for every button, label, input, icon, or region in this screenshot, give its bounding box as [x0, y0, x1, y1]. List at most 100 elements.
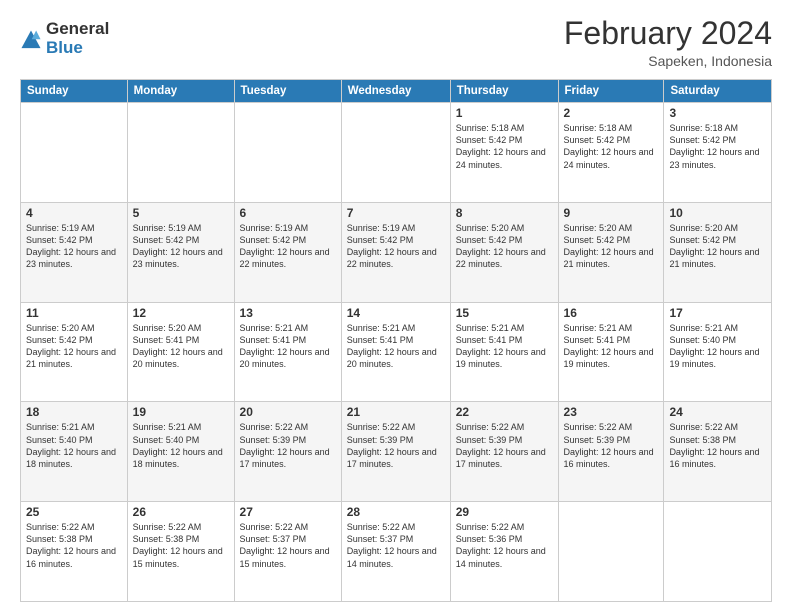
calendar-cell: 15 Sunrise: 5:21 AM Sunset: 5:41 PM Dayli…	[450, 302, 558, 402]
calendar-week-1: 1 Sunrise: 5:18 AM Sunset: 5:42 PM Daylig…	[21, 103, 772, 203]
calendar-cell: 23 Sunrise: 5:22 AM Sunset: 5:39 PM Dayli…	[558, 402, 664, 502]
day-info: Sunrise: 5:21 AM Sunset: 5:40 PM Dayligh…	[26, 421, 122, 470]
calendar-cell	[664, 502, 772, 602]
calendar-cell: 27 Sunrise: 5:22 AM Sunset: 5:37 PM Dayli…	[234, 502, 341, 602]
day-header-saturday: Saturday	[664, 80, 772, 103]
calendar-cell: 18 Sunrise: 5:21 AM Sunset: 5:40 PM Dayli…	[21, 402, 128, 502]
day-number: 8	[456, 206, 553, 220]
calendar-cell	[341, 103, 450, 203]
day-number: 15	[456, 306, 553, 320]
day-number: 10	[669, 206, 766, 220]
calendar-cell: 5 Sunrise: 5:19 AM Sunset: 5:42 PM Daylig…	[127, 202, 234, 302]
day-header-tuesday: Tuesday	[234, 80, 341, 103]
day-info: Sunrise: 5:22 AM Sunset: 5:37 PM Dayligh…	[240, 521, 336, 570]
logo-blue: Blue	[46, 39, 109, 58]
day-number: 24	[669, 405, 766, 419]
calendar-cell	[127, 103, 234, 203]
day-number: 26	[133, 505, 229, 519]
day-number: 2	[564, 106, 659, 120]
day-header-monday: Monday	[127, 80, 234, 103]
calendar-cell: 16 Sunrise: 5:21 AM Sunset: 5:41 PM Dayli…	[558, 302, 664, 402]
day-info: Sunrise: 5:21 AM Sunset: 5:41 PM Dayligh…	[564, 322, 659, 371]
day-number: 27	[240, 505, 336, 519]
calendar-cell: 4Sunrise: 5:19 AM Sunset: 5:42 PM Daylig…	[21, 202, 128, 302]
calendar-cell: 14Sunrise: 5:21 AM Sunset: 5:41 PM Dayli…	[341, 302, 450, 402]
day-number: 16	[564, 306, 659, 320]
day-number: 7	[347, 206, 445, 220]
day-number: 9	[564, 206, 659, 220]
day-info: Sunrise: 5:20 AM Sunset: 5:42 PM Dayligh…	[564, 222, 659, 271]
day-info: Sunrise: 5:19 AM Sunset: 5:42 PM Dayligh…	[26, 222, 122, 271]
day-header-friday: Friday	[558, 80, 664, 103]
day-header-wednesday: Wednesday	[341, 80, 450, 103]
day-info: Sunrise: 5:21 AM Sunset: 5:40 PM Dayligh…	[669, 322, 766, 371]
day-info: Sunrise: 5:22 AM Sunset: 5:38 PM Dayligh…	[669, 421, 766, 470]
calendar-cell: 8 Sunrise: 5:20 AM Sunset: 5:42 PM Daylig…	[450, 202, 558, 302]
day-number: 12	[133, 306, 229, 320]
calendar-cell	[558, 502, 664, 602]
month-title: February 2024	[564, 16, 772, 51]
calendar-table: SundayMondayTuesdayWednesdayThursdayFrid…	[20, 79, 772, 602]
day-info: Sunrise: 5:22 AM Sunset: 5:39 PM Dayligh…	[240, 421, 336, 470]
calendar-cell: 19Sunrise: 5:21 AM Sunset: 5:40 PM Dayli…	[127, 402, 234, 502]
calendar-cell: 7 Sunrise: 5:19 AM Sunset: 5:42 PM Daylig…	[341, 202, 450, 302]
calendar-cell: 29Sunrise: 5:22 AM Sunset: 5:36 PM Dayli…	[450, 502, 558, 602]
location-subtitle: Sapeken, Indonesia	[564, 53, 772, 69]
calendar-cell: 17Sunrise: 5:21 AM Sunset: 5:40 PM Dayli…	[664, 302, 772, 402]
day-info: Sunrise: 5:22 AM Sunset: 5:39 PM Dayligh…	[347, 421, 445, 470]
day-number: 11	[26, 306, 122, 320]
day-number: 13	[240, 306, 336, 320]
day-info: Sunrise: 5:19 AM Sunset: 5:42 PM Dayligh…	[133, 222, 229, 271]
day-info: Sunrise: 5:22 AM Sunset: 5:39 PM Dayligh…	[456, 421, 553, 470]
calendar-cell: 6 Sunrise: 5:19 AM Sunset: 5:42 PM Daylig…	[234, 202, 341, 302]
calendar-cell: 20 Sunrise: 5:22 AM Sunset: 5:39 PM Dayli…	[234, 402, 341, 502]
logo-general: General	[46, 20, 109, 39]
day-info: Sunrise: 5:22 AM Sunset: 5:38 PM Dayligh…	[26, 521, 122, 570]
day-number: 25	[26, 505, 122, 519]
day-info: Sunrise: 5:22 AM Sunset: 5:39 PM Dayligh…	[564, 421, 659, 470]
calendar-cell: 13 Sunrise: 5:21 AM Sunset: 5:41 PM Dayli…	[234, 302, 341, 402]
day-info: Sunrise: 5:20 AM Sunset: 5:41 PM Dayligh…	[133, 322, 229, 371]
header: General Blue February 2024 Sapeken, Indo…	[20, 16, 772, 69]
day-info: Sunrise: 5:22 AM Sunset: 5:36 PM Dayligh…	[456, 521, 553, 570]
calendar-cell: 3Sunrise: 5:18 AM Sunset: 5:42 PM Daylig…	[664, 103, 772, 203]
calendar-week-4: 18 Sunrise: 5:21 AM Sunset: 5:40 PM Dayli…	[21, 402, 772, 502]
calendar-cell: 28 Sunrise: 5:22 AM Sunset: 5:37 PM Dayli…	[341, 502, 450, 602]
day-number: 6	[240, 206, 336, 220]
day-number: 14	[347, 306, 445, 320]
day-info: Sunrise: 5:22 AM Sunset: 5:38 PM Dayligh…	[133, 521, 229, 570]
day-info: Sunrise: 5:20 AM Sunset: 5:42 PM Dayligh…	[669, 222, 766, 271]
calendar-cell: 24 Sunrise: 5:22 AM Sunset: 5:38 PM Dayli…	[664, 402, 772, 502]
day-number: 20	[240, 405, 336, 419]
day-info: Sunrise: 5:18 AM Sunset: 5:42 PM Dayligh…	[669, 122, 766, 171]
day-info: Sunrise: 5:21 AM Sunset: 5:41 PM Dayligh…	[456, 322, 553, 371]
day-info: Sunrise: 5:19 AM Sunset: 5:42 PM Dayligh…	[347, 222, 445, 271]
day-info: Sunrise: 5:19 AM Sunset: 5:42 PM Dayligh…	[240, 222, 336, 271]
logo: General Blue	[20, 20, 109, 57]
day-header-sunday: Sunday	[21, 80, 128, 103]
day-info: Sunrise: 5:21 AM Sunset: 5:41 PM Dayligh…	[240, 322, 336, 371]
calendar-cell: 21Sunrise: 5:22 AM Sunset: 5:39 PM Dayli…	[341, 402, 450, 502]
day-info: Sunrise: 5:22 AM Sunset: 5:37 PM Dayligh…	[347, 521, 445, 570]
day-number: 23	[564, 405, 659, 419]
calendar-week-5: 25 Sunrise: 5:22 AM Sunset: 5:38 PM Dayli…	[21, 502, 772, 602]
calendar-cell	[21, 103, 128, 203]
day-number: 1	[456, 106, 553, 120]
calendar-cell: 10 Sunrise: 5:20 AM Sunset: 5:42 PM Dayli…	[664, 202, 772, 302]
day-info: Sunrise: 5:20 AM Sunset: 5:42 PM Dayligh…	[26, 322, 122, 371]
day-number: 19	[133, 405, 229, 419]
day-number: 18	[26, 405, 122, 419]
calendar-cell: 26 Sunrise: 5:22 AM Sunset: 5:38 PM Dayli…	[127, 502, 234, 602]
day-header-thursday: Thursday	[450, 80, 558, 103]
calendar-cell	[234, 103, 341, 203]
calendar-cell: 22Sunrise: 5:22 AM Sunset: 5:39 PM Dayli…	[450, 402, 558, 502]
calendar-cell: 25 Sunrise: 5:22 AM Sunset: 5:38 PM Dayli…	[21, 502, 128, 602]
calendar-cell: 1Sunrise: 5:18 AM Sunset: 5:42 PM Daylig…	[450, 103, 558, 203]
day-number: 5	[133, 206, 229, 220]
day-info: Sunrise: 5:20 AM Sunset: 5:42 PM Dayligh…	[456, 222, 553, 271]
calendar-cell: 2Sunrise: 5:18 AM Sunset: 5:42 PM Daylig…	[558, 103, 664, 203]
logo-icon	[20, 29, 42, 51]
day-number: 28	[347, 505, 445, 519]
logo-text: General Blue	[46, 20, 109, 57]
calendar-week-2: 4Sunrise: 5:19 AM Sunset: 5:42 PM Daylig…	[21, 202, 772, 302]
